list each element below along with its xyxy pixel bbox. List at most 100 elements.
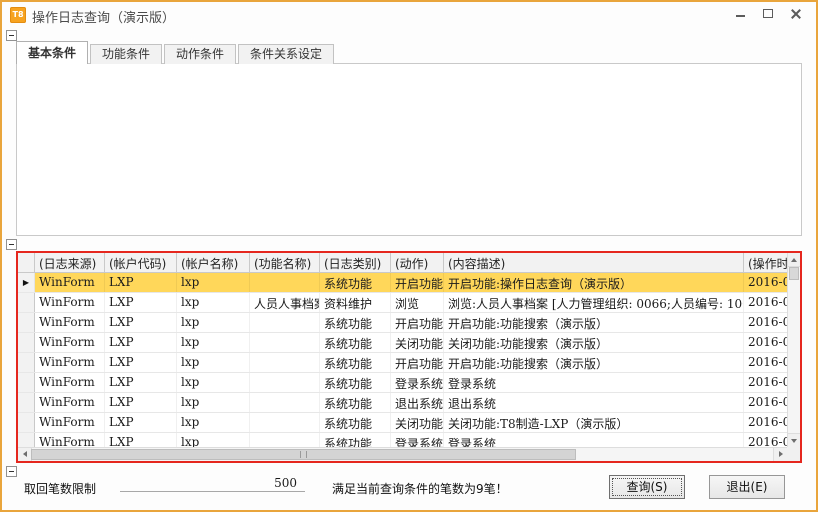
table-header-row: (日志来源)(帐户代码)(帐户名称)(功能名称)(日志类别)(动作)(内容描述)… [18, 253, 787, 273]
table-cell: lxp [177, 433, 250, 447]
table-row[interactable]: WinFormLXPlxp系统功能退出系统退出系统2016-08-1 [18, 393, 787, 413]
vertical-scroll-thumb[interactable] [789, 267, 799, 280]
app-window: T8 操作日志查询（演示版） 基本条件 功能条件 动作条件 条件关系设定 用户区… [0, 0, 818, 512]
table-cell: 系统功能 [320, 333, 391, 352]
close-button[interactable] [786, 6, 806, 24]
table-cell: 2016-08-1 [744, 373, 787, 392]
table-row[interactable]: WinFormLXPlxp人员人事档案资料维护浏览浏览:人员人事档案 [人力管理… [18, 293, 787, 313]
collapse-footer-icon[interactable] [6, 466, 17, 477]
table-cell: 系统功能 [320, 373, 391, 392]
table-cell: 2016-08-1 [744, 393, 787, 412]
table-cell: 2016-08-1 [744, 333, 787, 352]
tab-action-conditions[interactable]: 动作条件 [164, 44, 236, 64]
table-cell: WinForm [35, 353, 105, 372]
column-header[interactable]: (动作) [391, 253, 444, 273]
scroll-right-button[interactable] [773, 448, 787, 461]
app-icon: T8 [10, 7, 26, 23]
table-row[interactable]: WinFormLXPlxp系统功能关闭功能关闭功能:功能搜索（演示版）2016-… [18, 333, 787, 353]
table-cell: WinForm [35, 413, 105, 432]
table-cell [250, 433, 320, 447]
table-cell: LXP [105, 373, 177, 392]
table-cell: 登录系统 [391, 373, 444, 392]
column-header[interactable]: (日志来源) [35, 253, 105, 273]
table-cell: LXP [105, 393, 177, 412]
table-cell [250, 393, 320, 412]
table-row[interactable]: WinFormLXPlxp系统功能开启功能开启功能:功能搜索（演示版）2016-… [18, 313, 787, 333]
limit-input[interactable]: 500 [120, 475, 305, 492]
table-row[interactable]: WinFormLXPlxp系统功能关闭功能关闭功能:T8制造-LXP（演示版）2… [18, 413, 787, 433]
minimize-icon [736, 15, 745, 17]
table-cell: 浏览 [391, 293, 444, 312]
table-cell: lxp [177, 373, 250, 392]
tab-basic-conditions[interactable]: 基本条件 [16, 41, 88, 64]
table-cell: LXP [105, 433, 177, 447]
table-cell: 系统功能 [320, 313, 391, 332]
row-indicator [18, 313, 35, 332]
collapse-top-icon[interactable] [6, 30, 17, 41]
table-cell: 人员人事档案 [250, 293, 320, 312]
table-cell: LXP [105, 333, 177, 352]
table-cell [250, 353, 320, 372]
table-cell: 登录系统 [391, 433, 444, 447]
tab-condition-relation[interactable]: 条件关系设定 [238, 44, 334, 64]
column-header[interactable]: (内容描述) [444, 253, 744, 273]
table-cell: 开启功能:功能搜索（演示版） [444, 313, 744, 332]
table-cell: WinForm [35, 433, 105, 447]
table-cell: 系统功能 [320, 433, 391, 447]
table-cell: 2016-08-1 [744, 353, 787, 372]
table-row[interactable]: WinFormLXPlxp系统功能登录系统登录系统2016-08-1 [18, 373, 787, 393]
vertical-scrollbar[interactable] [787, 253, 800, 447]
column-header[interactable]: (日志类别) [320, 253, 391, 273]
table-cell: 2016-08-1 [744, 433, 787, 447]
table-body: ▶WinFormLXPlxp系统功能开启功能开启功能:操作日志查询（演示版）20… [18, 273, 787, 447]
minimize-button[interactable] [730, 6, 750, 24]
column-header[interactable]: (帐户名称) [177, 253, 250, 273]
log-grid: (日志来源)(帐户代码)(帐户名称)(功能名称)(日志类别)(动作)(内容描述)… [16, 251, 802, 463]
table-cell: LXP [105, 293, 177, 312]
table-cell: 关闭功能:T8制造-LXP（演示版） [444, 413, 744, 432]
scroll-left-button[interactable] [18, 448, 32, 461]
conditions-panel [16, 63, 802, 236]
column-header[interactable]: (操作时间) [744, 253, 787, 273]
table-row[interactable]: WinFormLXPlxp系统功能登录系统登录系统2016-08-1 [18, 433, 787, 447]
table-cell [250, 313, 320, 332]
grid-content: (日志来源)(帐户代码)(帐户名称)(功能名称)(日志类别)(动作)(内容描述)… [18, 253, 787, 447]
scroll-up-button[interactable] [788, 253, 800, 267]
table-cell: 系统功能 [320, 273, 391, 292]
column-header[interactable]: (帐户代码) [105, 253, 177, 273]
limit-label: 取回笔数限制 [24, 480, 96, 497]
table-cell: 开启功能 [391, 353, 444, 372]
table-cell: 退出系统 [444, 393, 744, 412]
table-cell: lxp [177, 333, 250, 352]
table-cell: lxp [177, 413, 250, 432]
table-cell: 开启功能:操作日志查询（演示版） [444, 273, 744, 292]
column-header[interactable]: (功能名称) [250, 253, 320, 273]
table-cell: WinForm [35, 333, 105, 352]
table-row[interactable]: ▶WinFormLXPlxp系统功能开启功能开启功能:操作日志查询（演示版）20… [18, 273, 787, 293]
collapse-grid-icon[interactable] [6, 239, 17, 250]
table-cell: 2016-08-1 [744, 313, 787, 332]
table-cell: lxp [177, 393, 250, 412]
table-cell: lxp [177, 293, 250, 312]
scrollbar-corner [787, 447, 800, 461]
table-cell: LXP [105, 413, 177, 432]
horizontal-scroll-thumb[interactable] [31, 449, 576, 460]
horizontal-scrollbar[interactable] [18, 447, 787, 461]
tab-function-conditions[interactable]: 功能条件 [90, 44, 162, 64]
table-cell: 开启功能 [391, 273, 444, 292]
table-cell: 关闭功能 [391, 333, 444, 352]
table-row[interactable]: WinFormLXPlxp系统功能开启功能开启功能:功能搜索（演示版）2016-… [18, 353, 787, 373]
row-indicator [18, 293, 35, 312]
table-cell: 2016-08-1 [744, 273, 787, 292]
scroll-down-button[interactable] [788, 433, 800, 447]
maximize-button[interactable] [758, 6, 778, 24]
query-button[interactable]: 查询(S) [609, 475, 685, 499]
titlebar: T8 操作日志查询（演示版） [2, 2, 816, 28]
table-cell: WinForm [35, 373, 105, 392]
close-icon [791, 9, 801, 19]
row-indicator [18, 353, 35, 372]
row-indicator [18, 373, 35, 392]
table-cell: 登录系统 [444, 373, 744, 392]
row-indicator [18, 393, 35, 412]
exit-button[interactable]: 退出(E) [709, 475, 785, 499]
